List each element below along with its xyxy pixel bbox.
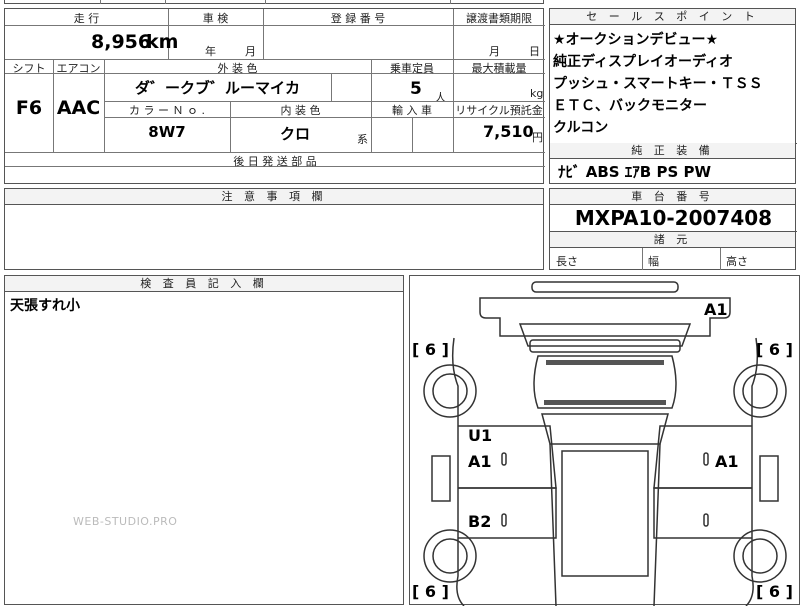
notes-box: 注 意 事 項 欄 (4, 188, 544, 270)
max-load-unit: kg (530, 87, 544, 100)
aircon-label: エアコン (56, 62, 101, 75)
genuine-equipment-label: 純 正 装 備 (550, 143, 795, 159)
inspector-box: 検 査 員 記 入 欄 天張すれ小 WEB-STUDIO.PRO (4, 275, 404, 605)
mark-a1-top: A1 (704, 300, 728, 319)
aircon-value: AAC (56, 97, 101, 119)
later-parts-label: 後 日 発 送 部 品 (233, 155, 317, 168)
max-load-label: 最大積載量 (471, 62, 527, 75)
sales-points-list: ★オークションデビュー★ 純正ディスプレイオーディオ プッシュ・スマートキー・Ｔ… (553, 29, 793, 139)
dimension-length: 長さ (556, 255, 578, 268)
recycle-unit: 円 (532, 131, 543, 144)
capacity-label: 乗車定員 (390, 62, 434, 75)
inspection-month: 月 (245, 45, 256, 58)
sales-points-label: セ ー ル ス ポ イ ン ト (550, 9, 795, 25)
chassis-value: MXPA10-2007408 (574, 206, 773, 230)
import-label: 輸 入 車 (392, 104, 432, 117)
mark-a1-right: A1 (715, 452, 739, 471)
mark-left-top: [ 6 ] (412, 340, 449, 359)
capacity-value: 5 (410, 79, 422, 99)
mileage-unit: km (146, 31, 179, 53)
vehicle-info-table: 走 行 車 検 登 録 番 号 譲渡書類期限 8,956 km 年 月 月 日 … (4, 8, 545, 184)
recycle-value: 7,510 (483, 122, 534, 141)
chassis-box: 車 台 番 号 MXPA10-2007408 諸 元 長さ 幅 高さ (549, 188, 797, 270)
mark-u1: U1 (468, 426, 493, 445)
inspector-note: 天張すれ小 (10, 298, 80, 314)
recycle-label: リサイクル預託金 (455, 104, 543, 117)
registration-label: 登 録 番 号 (330, 12, 386, 25)
mark-right-top: [ 6 ] (756, 340, 793, 359)
inspection-label: 車 検 (202, 12, 229, 25)
sales-point-line-5: クルコン (553, 120, 609, 136)
sales-point-line-1: ★オークションデビュー★ (553, 32, 719, 48)
interior-color-suffix: 系 (357, 133, 368, 146)
shift-label: シフト (12, 62, 46, 75)
notes-label: 注 意 事 項 欄 (5, 189, 543, 205)
mark-b2: B2 (468, 512, 492, 531)
car-diagram-box: A1 [ 6 ] [ 6 ] U1 A1 A1 B2 [ 6 ] [ 6 ] (409, 275, 800, 606)
dimension-height: 高さ (726, 255, 748, 268)
color-no-label: カ ラ ー Ｎ ｏ . (129, 104, 205, 117)
mileage-label: 走 行 (73, 12, 100, 25)
sales-point-line-3: プッシュ・スマートキー・ＴＳＳ (553, 76, 763, 92)
sales-point-line-2: 純正ディスプレイオーディオ (553, 54, 734, 70)
dimension-width: 幅 (648, 255, 659, 268)
genuine-equipment-value: ﾅﾋﾞ ABS ｴｱB PS PW (558, 163, 712, 181)
mileage-value: 8,956 (91, 31, 152, 53)
shift-value: F6 (15, 97, 43, 119)
transfer-month: 月 (489, 45, 500, 58)
sales-points-box: セ ー ル ス ポ イ ン ト ★オークションデビュー★ 純正ディスプレイオーデ… (549, 8, 797, 184)
mark-right-bottom: [ 6 ] (756, 582, 793, 601)
interior-color-value: クロ (279, 125, 310, 143)
interior-color-label: 内 装 色 (280, 104, 321, 117)
transfer-label: 譲渡書類期限 (466, 12, 532, 25)
top-strip (4, 0, 544, 4)
dimensions-label: 諸 元 (550, 232, 795, 248)
inspection-year: 年 (205, 45, 216, 58)
transfer-day: 日 (529, 45, 540, 58)
chassis-label: 車 台 番 号 (550, 189, 795, 205)
watermark: WEB-STUDIO.PRO (73, 515, 178, 528)
sales-point-line-4: ＥＴＣ、バックモニター (553, 98, 707, 114)
mark-a1-left: A1 (468, 452, 492, 471)
inspector-label: 検 査 員 記 入 欄 (5, 276, 403, 292)
exterior-color-value: ダ゛ークブ゛ルーマイカ (134, 79, 300, 97)
mark-left-bottom: [ 6 ] (412, 582, 449, 601)
color-no-value: 8W7 (148, 123, 186, 141)
